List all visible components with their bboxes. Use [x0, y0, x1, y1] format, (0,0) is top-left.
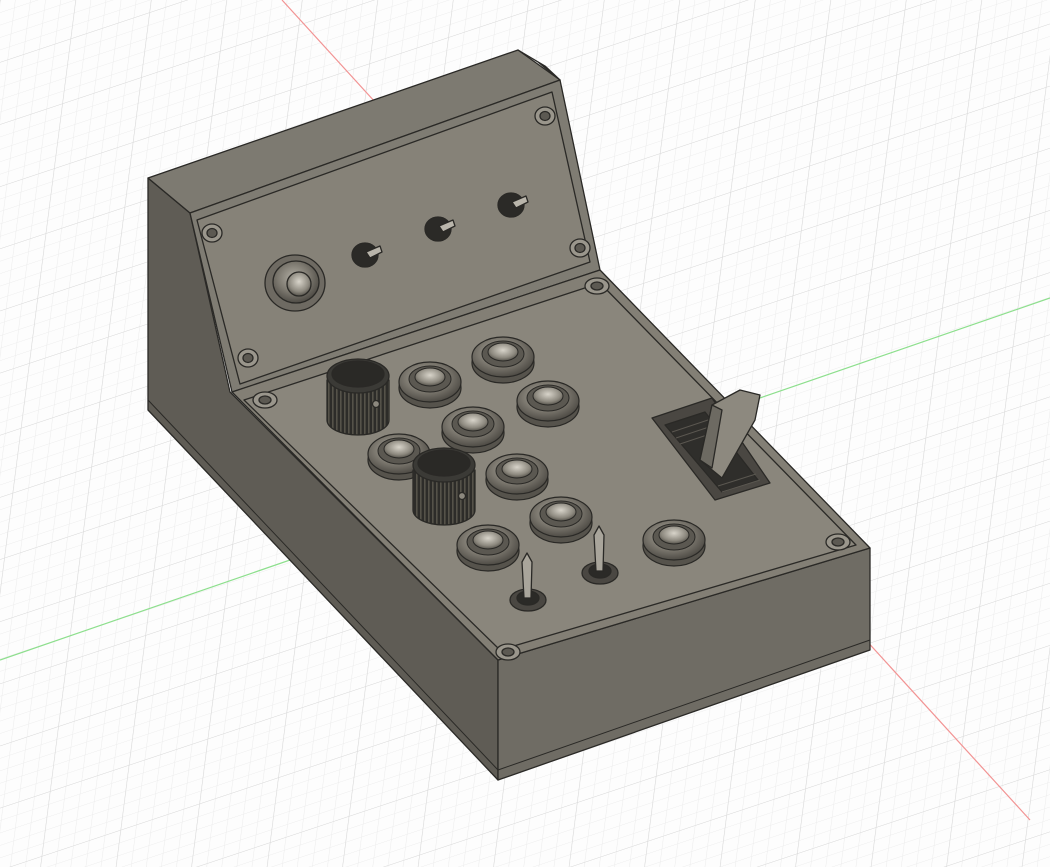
- 3d-scene[interactable]: [0, 0, 1050, 867]
- arcade-button[interactable]: [529, 496, 593, 544]
- arcade-button[interactable]: [485, 453, 549, 501]
- panel-push-button[interactable]: [264, 254, 326, 312]
- arcade-button[interactable]: [642, 519, 706, 567]
- arcade-button[interactable]: [516, 380, 580, 428]
- rotary-knob[interactable]: [412, 447, 476, 526]
- rotary-knob[interactable]: [326, 358, 390, 436]
- arcade-button[interactable]: [456, 524, 520, 572]
- arcade-button[interactable]: [398, 361, 462, 409]
- arcade-button[interactable]: [441, 406, 505, 454]
- cad-viewport[interactable]: [0, 0, 1050, 867]
- arcade-button[interactable]: [471, 336, 535, 384]
